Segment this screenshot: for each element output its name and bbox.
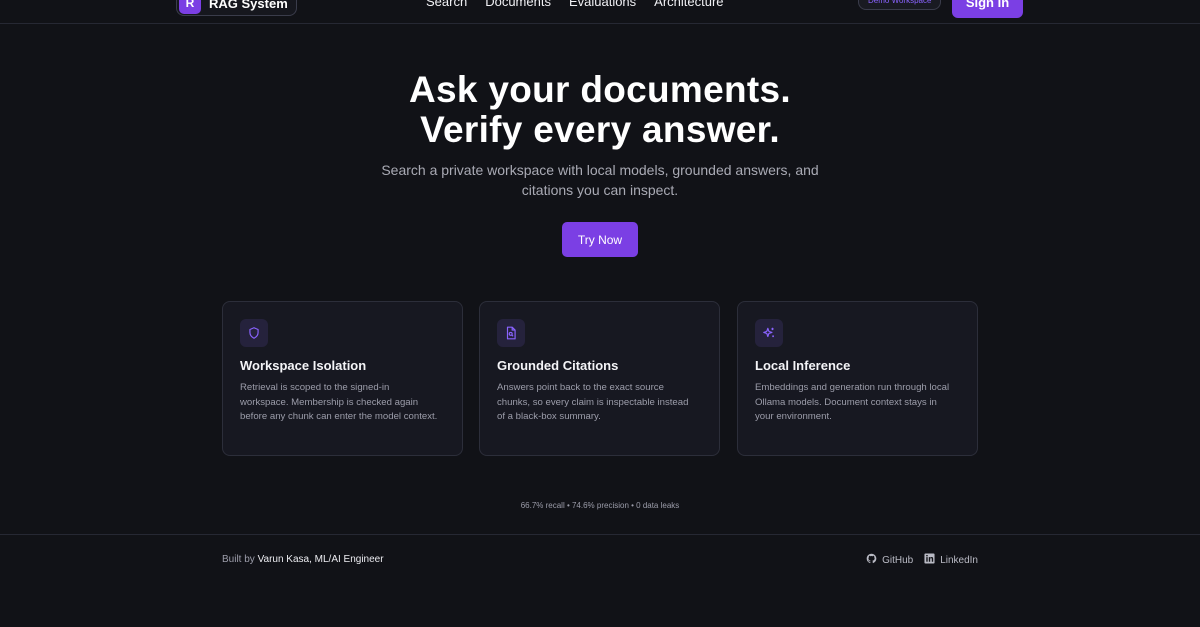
footer-links: GitHub LinkedIn <box>866 553 978 567</box>
sparkles-icon <box>755 319 783 347</box>
feature-card-grounded-citations: Grounded Citations Answers point back to… <box>479 301 720 456</box>
hero-title-line-2: Verify every answer. <box>420 109 780 150</box>
built-by-label: Built by <box>222 554 255 565</box>
nav-evaluations[interactable]: Evaluations <box>569 0 636 9</box>
nav-architecture[interactable]: Architecture <box>654 0 723 9</box>
feature-description: Embeddings and generation run through lo… <box>755 382 950 422</box>
try-now-button[interactable]: Try Now <box>562 222 638 257</box>
feature-description: Retrieval is scoped to the signed-in wor… <box>240 382 438 422</box>
shield-icon <box>240 319 268 347</box>
brand-logo[interactable]: R RAG System <box>176 0 297 16</box>
linkedin-link[interactable]: LinkedIn <box>924 553 978 567</box>
hero-title-line-1: Ask your documents. <box>409 69 791 110</box>
sign-in-button[interactable]: Sign In <box>952 0 1023 18</box>
author-name[interactable]: Varun Kasa, ML/AI Engineer <box>258 554 384 565</box>
built-by-credit: Built by Varun Kasa, ML/AI Engineer <box>222 554 384 565</box>
github-icon <box>866 553 877 567</box>
feature-title: Local Inference <box>755 358 851 373</box>
main-nav: Search Documents Evaluations Architectur… <box>426 0 724 9</box>
nav-documents[interactable]: Documents <box>485 0 551 9</box>
evaluation-stats: 66.7% recall • 74.6% precision • 0 data … <box>520 501 680 510</box>
logo-mark: R <box>179 0 201 14</box>
logo-text: RAG System <box>209 0 288 11</box>
file-search-icon <box>497 319 525 347</box>
github-label: GitHub <box>882 554 914 566</box>
linkedin-label: LinkedIn <box>940 554 978 566</box>
hero-subtitle: Search a private workspace with local mo… <box>381 162 819 198</box>
feature-card-local-inference: Local Inference Embeddings and generatio… <box>737 301 978 456</box>
feature-title: Workspace Isolation <box>240 358 367 373</box>
feature-title: Grounded Citations <box>497 358 619 373</box>
hero-title: Ask your documents. Verify every answer. <box>0 70 1200 150</box>
feature-card-workspace-isolation: Workspace Isolation Retrieval is scoped … <box>222 301 463 456</box>
nav-search[interactable]: Search <box>426 0 467 9</box>
github-link[interactable]: GitHub <box>866 553 913 567</box>
feature-description: Answers point back to the exact source c… <box>497 382 689 422</box>
footer: Built by Varun Kasa, ML/AI Engineer GitH… <box>0 534 1200 627</box>
top-nav-bar: R RAG System Search Documents Evaluation… <box>0 0 1200 24</box>
linkedin-icon <box>924 553 935 567</box>
landing-page: R RAG System Search Documents Evaluation… <box>0 0 1200 627</box>
demo-workspace-badge[interactable]: Demo Workspace <box>858 0 942 10</box>
